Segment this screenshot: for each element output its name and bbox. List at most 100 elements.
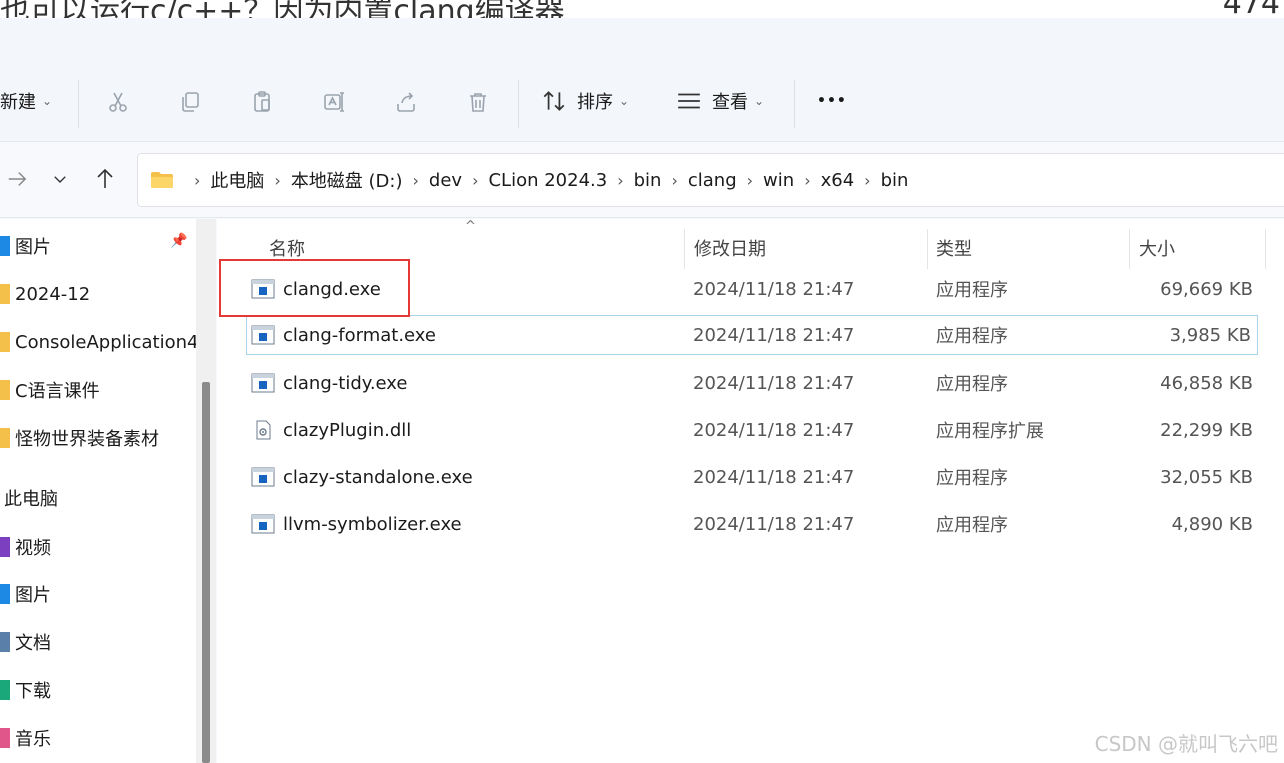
chevron-down-icon: ⌄ [754,94,765,108]
file-row[interactable]: clazyPlugin.dll 2024/11/18 21:47 应用程序扩展 … [247,410,1259,450]
folder-icon [0,284,10,304]
file-name: clang-tidy.exe [283,372,408,394]
nav-item-label: 下载 [15,681,51,702]
pictures-icon [0,236,10,256]
sort-button[interactable]: 排序 ⌄ [541,85,629,117]
file-type: 应用程序 [936,326,1008,347]
column-divider[interactable] [684,229,685,269]
file-date: 2024/11/18 21:47 [693,278,855,300]
highlight-annotation [219,259,410,317]
file-row[interactable]: clang-format.exe 2024/11/18 21:47 应用程序 3… [246,315,1258,355]
videos-icon [0,537,10,557]
file-name: clazyPlugin.dll [283,419,412,441]
breadcrumb-bin[interactable]: bin [634,170,662,191]
column-divider[interactable] [1265,229,1266,269]
paste-icon[interactable] [248,88,276,116]
nav-item-label: 图片 [15,585,51,606]
cut-icon[interactable] [104,88,132,116]
nav-item-pictures-pc[interactable]: 图片 [0,579,51,609]
more-options-button[interactable]: ••• [817,85,847,117]
column-divider[interactable] [1129,229,1130,269]
address-bar[interactable]: › 此电脑 › 本地磁盘 (D:) › dev › CLion 2024.3 ›… [137,153,1284,207]
nav-item-monster-assets[interactable]: 怪物世界装备素材 [0,423,159,453]
column-header-type[interactable]: 类型 [936,227,972,269]
nav-item-label: 视频 [15,538,51,559]
column-header-size[interactable]: 大小 [1139,227,1175,269]
breadcrumb-dev[interactable]: dev [429,170,462,191]
file-type: 应用程序 [936,515,1008,536]
file-row[interactable]: llvm-symbolizer.exe 2024/11/18 21:47 应用程… [247,504,1259,544]
folder-icon [0,428,10,448]
breadcrumb-separator-icon: › [412,170,419,190]
music-icon [0,728,10,748]
copy-icon[interactable] [176,88,204,116]
nav-item-label: 文档 [15,633,51,654]
breadcrumb-win[interactable]: win [763,170,794,191]
column-header-date[interactable]: 修改日期 [694,227,766,269]
file-date: 2024/11/18 21:47 [693,324,855,346]
breadcrumb-clang[interactable]: clang [688,170,737,191]
folder-icon [0,380,10,400]
pin-icon: 📌 [170,233,188,249]
new-button[interactable]: 新建 ⌄ [0,85,52,117]
sort-ascending-icon: ^ [465,219,476,234]
breadcrumb-local-disk[interactable]: 本地磁盘 (D:) [291,167,403,193]
recent-locations-icon[interactable] [45,164,75,194]
nav-item-label: ConsoleApplication4 [15,331,199,353]
share-icon[interactable] [392,88,420,116]
article-count-fragment: 474 [1222,0,1280,18]
nav-scrollbar-thumb[interactable] [202,382,210,763]
up-icon[interactable] [90,164,120,194]
file-date: 2024/11/18 21:47 [693,466,855,488]
file-date: 2024/11/18 21:47 [693,513,855,535]
view-label: 查看 [712,92,748,113]
nav-item-consoleapplication4[interactable]: ConsoleApplication4 [0,327,198,357]
nav-item-label: 怪物世界装备素材 [15,429,159,450]
file-size: 32,055 KB [1160,466,1253,488]
command-bar: 新建 ⌄ 排序 ⌄ 查看 ⌄ ••• [0,18,1284,142]
nav-item-videos[interactable]: 视频 [0,532,51,562]
navigation-bar: › 此电脑 › 本地磁盘 (D:) › dev › CLion 2024.3 ›… [0,142,1284,218]
chevron-down-icon: ⌄ [619,94,630,108]
breadcrumb-this-pc[interactable]: 此电脑 [210,167,264,193]
file-type: 应用程序 [936,374,1008,395]
more-icon: ••• [817,93,847,109]
file-size: 4,890 KB [1171,513,1253,535]
breadcrumb-clion[interactable]: CLion 2024.3 [488,170,607,191]
column-divider[interactable] [927,229,928,269]
forward-icon[interactable] [2,164,32,194]
breadcrumb-x64[interactable]: x64 [821,170,855,191]
nav-item-documents[interactable]: 文档 [0,627,51,657]
file-size: 46,858 KB [1160,372,1253,394]
breadcrumb-bin-current[interactable]: bin [881,170,909,191]
view-button[interactable]: 查看 ⌄ [676,85,764,117]
file-name: clazy-standalone.exe [283,466,473,488]
nav-item-downloads[interactable]: 下载 [0,675,51,705]
article-banner: 也可以运行c/c++？因为内置clang编译器 474 [0,0,1284,18]
file-size: 3,985 KB [1169,324,1251,346]
delete-icon[interactable] [464,88,492,116]
rename-icon[interactable] [320,88,348,116]
breadcrumb-separator-icon: › [194,170,201,190]
new-label: 新建 [0,92,36,113]
folder-icon [0,332,10,352]
nav-item-this-pc[interactable]: 此电脑 [0,483,58,513]
view-icon [678,93,700,109]
breadcrumb-separator-icon: › [274,170,281,190]
nav-item-pictures[interactable]: 图片 [0,231,51,261]
file-type: 应用程序 [936,280,1008,301]
documents-icon [0,632,10,652]
file-size: 69,669 KB [1160,278,1253,300]
toolbar-divider [518,80,519,128]
file-type: 应用程序 [936,468,1008,489]
exe-icon [251,325,275,345]
nav-item-music[interactable]: 音乐 [0,723,51,753]
file-row[interactable]: clazy-standalone.exe 2024/11/18 21:47 应用… [247,457,1259,497]
nav-item-c-courseware[interactable]: C语言课件 [0,375,100,405]
file-row[interactable]: clang-tidy.exe 2024/11/18 21:47 应用程序 46,… [247,363,1259,403]
file-date: 2024/11/18 21:47 [693,419,855,441]
breadcrumb-separator-icon: › [864,170,871,190]
nav-item-2024-12[interactable]: 2024-12 [0,279,90,309]
sort-icon [543,91,565,111]
exe-icon [251,467,275,487]
